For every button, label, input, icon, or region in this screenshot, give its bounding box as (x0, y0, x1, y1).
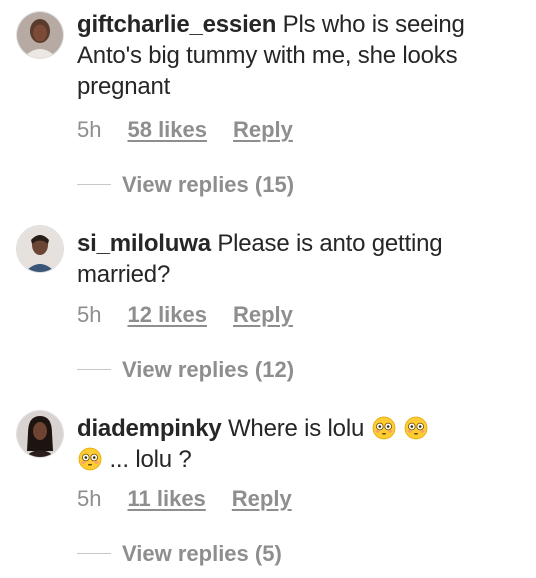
comment-username[interactable]: diadempinky (77, 415, 222, 442)
divider (77, 368, 111, 370)
comment-message: Where is lolu (227, 415, 365, 442)
view-replies-label: View replies (15) (122, 172, 295, 197)
divider (77, 183, 111, 185)
comment-username[interactable]: giftcharlie_essien (77, 11, 276, 38)
comment-meta: 5h 11 likes Reply (77, 486, 292, 512)
comment-username[interactable]: si_miloluwa (77, 230, 211, 257)
likes-link[interactable]: 58 likes (127, 117, 207, 143)
flushed-face-emoji-icon (404, 416, 428, 440)
comment-time: 5h (77, 117, 102, 142)
likes-link[interactable]: 11 likes (127, 486, 205, 512)
comment-time: 5h (77, 486, 102, 511)
comment-meta: 5h 58 likes Reply (77, 117, 293, 143)
comment-text: diadempinky Where is lolu ... lolu ? (77, 413, 517, 475)
comment-text: giftcharlie_essien Pls who is seeing Ant… (77, 9, 517, 102)
flushed-face-emoji-icon (372, 416, 395, 440)
flushed-face-emoji-icon (78, 447, 102, 471)
reply-button[interactable]: Reply (232, 486, 292, 512)
view-replies-label: View replies (5) (122, 541, 282, 566)
comment-message-continued: ... lolu ? (109, 446, 192, 473)
avatar[interactable] (17, 411, 63, 457)
reply-button[interactable]: Reply (233, 302, 293, 328)
reply-button[interactable]: Reply (233, 117, 293, 143)
view-replies-button[interactable]: View replies (5) (77, 541, 282, 567)
divider (77, 552, 111, 554)
likes-link[interactable]: 12 likes (127, 302, 207, 328)
avatar[interactable] (17, 12, 63, 58)
view-replies-label: View replies (12) (122, 357, 295, 382)
comment-meta: 5h 12 likes Reply (77, 302, 293, 328)
avatar[interactable] (17, 226, 63, 272)
view-replies-button[interactable]: View replies (15) (77, 172, 294, 198)
comment-text: si_miloluwa Please is anto getting marri… (77, 228, 517, 290)
comment-time: 5h (77, 302, 102, 327)
view-replies-button[interactable]: View replies (12) (77, 357, 294, 383)
